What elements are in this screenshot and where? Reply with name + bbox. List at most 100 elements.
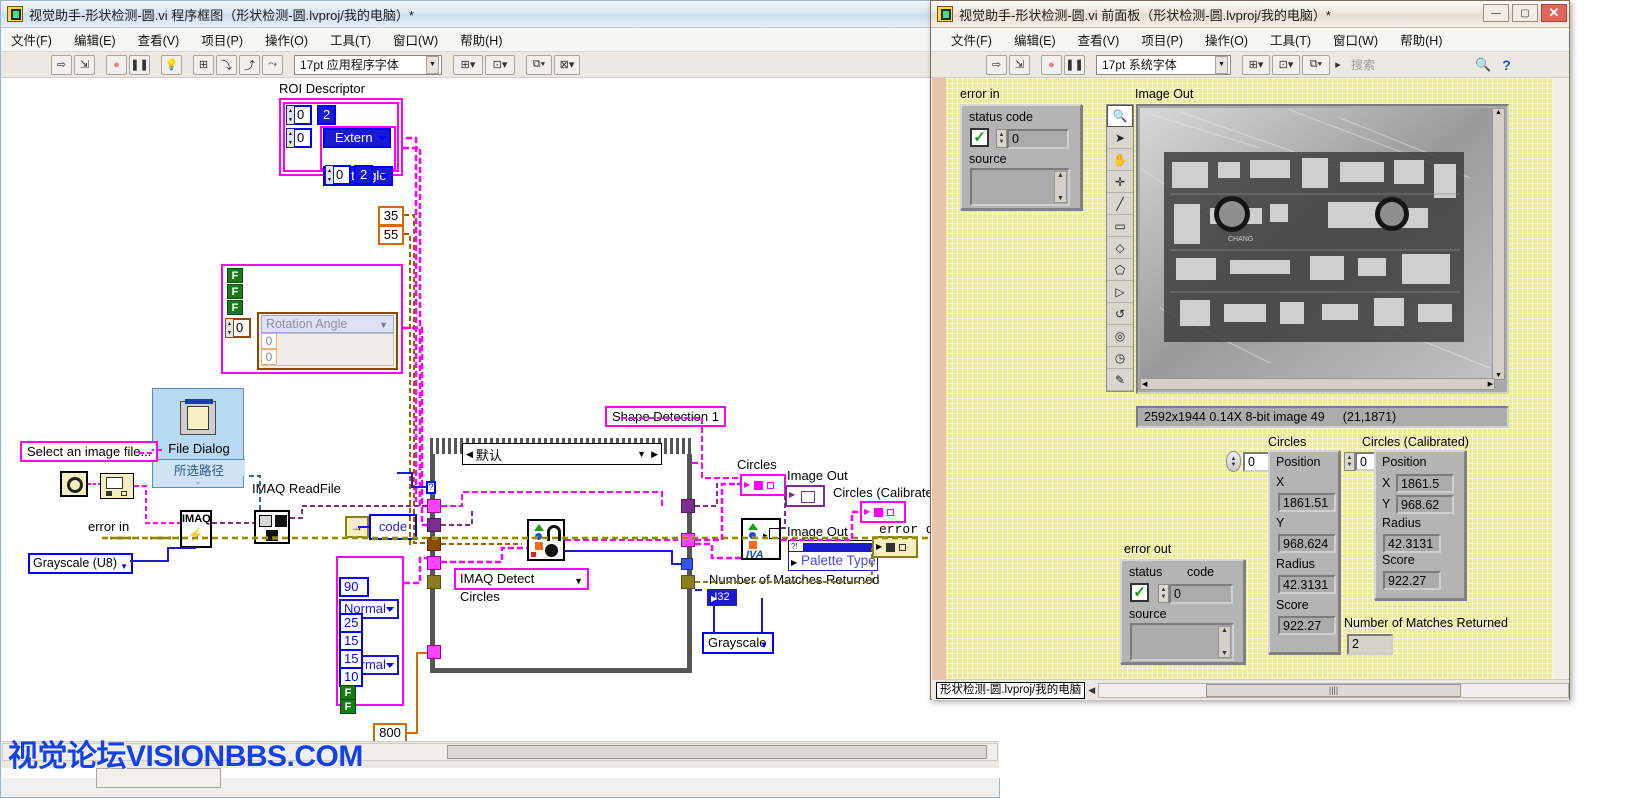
menu-view[interactable]: 查看(V) <box>138 30 180 49</box>
block-diagram-titlebar[interactable]: 视觉助手-形状检测-圆.vi 程序框图（形状检测-圆.lvproj/我的电脑）* <box>1 1 1001 28</box>
shape-detection-indicator[interactable]: Shape Detection 1 <box>605 406 726 427</box>
error-in-source-box[interactable]: ▲▼ <box>970 168 1070 206</box>
roi-contour-type[interactable]: Extern <box>323 128 391 148</box>
reorder-button[interactable]: ⊠▾ <box>554 55 580 75</box>
select-image-file-constant[interactable]: Select an image file... <box>20 441 158 462</box>
error-out-cluster[interactable]: status code ✓ ▲▼ 0 source ▲▼ <box>1120 559 1245 664</box>
fp-menu-window[interactable]: 窗口(W) <box>1333 30 1378 49</box>
circles-score-value[interactable]: 922.27 <box>1278 616 1336 635</box>
const-15-a[interactable]: 15 <box>339 631 363 651</box>
image-display-area[interactable]: CHANG <box>1140 108 1495 380</box>
file-dialog-expand[interactable]: ⌄ <box>152 476 244 488</box>
menu-help[interactable]: 帮助(H) <box>460 30 502 49</box>
maximize-button[interactable]: ▢ <box>1512 4 1538 22</box>
hscroll-thumb-fp[interactable]: |||| <box>1206 684 1461 697</box>
font-selector[interactable]: 17pt 应用程序字体 ▼ <box>294 55 442 75</box>
close-button[interactable]: ✕ <box>1541 4 1567 22</box>
highlight-execution-button[interactable]: 💡 <box>161 55 182 75</box>
image-display-frame[interactable]: CHANG ▲▼ ◀▶ <box>1136 104 1509 394</box>
abort-button[interactable]: ● <box>106 55 127 75</box>
case-next-arrow-icon[interactable]: ▶ <box>648 449 661 460</box>
line-tool-icon[interactable]: ╱ <box>1107 193 1133 215</box>
fp-reorder-button[interactable]: ▸ <box>1332 55 1344 75</box>
const-800[interactable]: 800 <box>373 723 407 743</box>
oval-tool-icon[interactable]: ⬠ <box>1107 259 1133 281</box>
const-35[interactable]: 35 <box>378 206 404 226</box>
distribute-objects-button[interactable]: ⊡▾ <box>485 55 515 75</box>
search-icon[interactable]: 🔍 <box>1473 55 1494 75</box>
fp-menu-help[interactable]: 帮助(H) <box>1400 30 1442 49</box>
const-10[interactable]: 10 <box>339 667 363 687</box>
circles-cal-index-spinner[interactable]: ▲▼ <box>1344 452 1355 471</box>
statusbar-left-arrow-icon[interactable]: ◀ <box>1088 685 1095 696</box>
pause-button[interactable]: ❚❚ <box>129 55 150 75</box>
hscroll-thumb[interactable] <box>447 745 987 759</box>
menu-operate[interactable]: 操作(O) <box>265 30 308 49</box>
image-out-indicator-1[interactable]: ▶ <box>785 485 825 507</box>
error-in-code-spinner[interactable]: ▲▼ <box>996 129 1007 148</box>
fp-distribute-objects-button[interactable]: ⊡▾ <box>1272 55 1300 75</box>
circles-index-spinner[interactable]: ▲▼ <box>1226 451 1241 472</box>
grayscale-u8-constant[interactable]: Grayscale (U8) ▼ <box>28 553 133 574</box>
fp-resize-objects-button[interactable]: ⧉▾ <box>1302 55 1330 75</box>
file-dialog-vi[interactable]: File Dialog 所选路径 <box>152 388 244 476</box>
fp-menu-edit[interactable]: 编辑(E) <box>1014 30 1056 49</box>
error-in-source-scrollbar[interactable]: ▲▼ <box>1054 171 1067 203</box>
image-tools-palette[interactable]: 🔍 ➤ ✋ ✛ ╱ ▭ ◇ ⬠ ▷ ↺ ◎ ◷ ✎ <box>1106 104 1134 392</box>
polygon-tool-icon[interactable]: ▷ <box>1107 281 1133 303</box>
error-in-cluster[interactable]: status code ✓ ▲▼ 0 source ▲▼ <box>960 104 1082 210</box>
case-prev-arrow-icon[interactable]: ◀ <box>463 449 476 460</box>
unbundle-error-node[interactable]: → <box>345 516 369 538</box>
retain-wire-values-button[interactable]: ⊞ <box>193 55 214 75</box>
run-button[interactable]: ⇨ <box>51 55 72 75</box>
block-diagram-canvas[interactable]: ROI Descriptor ▲▼ 0 2 ▲▼ 0 Extern Rectan… <box>2 78 1000 778</box>
minimize-button[interactable]: — <box>1483 4 1509 22</box>
align-objects-button[interactable]: ⊞▾ <box>453 55 483 75</box>
circles-calibrated-cluster[interactable]: Position X 1861.5 Y 968.62 Radius 42.313… <box>1374 450 1466 600</box>
case-selector[interactable]: ◀ 默认 ▼ ▶ <box>462 443 662 465</box>
menu-edit[interactable]: 编辑(E) <box>74 30 116 49</box>
iva-node[interactable]: ▸ IVA <box>741 518 781 560</box>
circles-calibrated-indicator[interactable]: ▶ <box>860 501 906 523</box>
error-out-code-spinner[interactable]: ▲▼ <box>1158 584 1169 603</box>
fp-font-selector[interactable]: 17pt 系统字体 ▼ <box>1096 55 1231 75</box>
front-panel-titlebar[interactable]: 视觉助手-形状检测-圆.vi 前面板（形状检测-圆.lvproj/我的电脑）* <box>931 1 1569 28</box>
help-icon[interactable]: ? <box>1496 55 1517 75</box>
palette-type-label[interactable]: ▶ Palette Type <box>788 551 878 571</box>
rotation-index-spin[interactable]: ▲▼ 0 <box>225 318 251 338</box>
fp-abort-button[interactable]: ● <box>1041 55 1062 75</box>
circles-indicator-terminal[interactable]: ▶ <box>740 474 786 496</box>
broken-line-tool-icon[interactable]: ◷ <box>1107 347 1133 369</box>
front-panel-canvas[interactable]: error in status code ✓ ▲▼ 0 source ▲▼ Im… <box>932 78 1553 679</box>
imaq-readfile-node[interactable] <box>254 510 290 544</box>
roi-coords-spin[interactable]: ▲▼ 0 <box>325 165 351 185</box>
chevron-down-icon-case[interactable]: ▼ <box>635 449 648 459</box>
const-f-b[interactable]: F <box>340 699 356 714</box>
pan-tool-icon[interactable]: ✋ <box>1107 149 1133 171</box>
cursor-tool-icon[interactable]: ➤ <box>1107 127 1133 149</box>
menu-tools[interactable]: 工具(T) <box>330 30 371 49</box>
grayscale-constant[interactable]: Grayscale ▼ <box>702 632 774 654</box>
const-90[interactable]: 90 <box>339 577 369 597</box>
error-out-code-value[interactable]: 0 <box>1169 584 1233 604</box>
freehand-tool-icon[interactable]: ↺ <box>1107 303 1133 325</box>
rotated-rect-tool-icon[interactable]: ◇ <box>1107 237 1133 259</box>
circles-cal-x-value[interactable]: 1861.5 <box>1396 474 1454 493</box>
step-into-button[interactable]: ⤵ <box>216 55 237 75</box>
const-15-b[interactable]: 15 <box>339 649 363 669</box>
step-over-button[interactable]: ⤴ <box>239 55 260 75</box>
build-path-node[interactable] <box>100 473 134 499</box>
fp-menu-operate[interactable]: 操作(O) <box>1205 30 1248 49</box>
imaq-detect-circles-label[interactable]: IMAQ Detect Circles ▼ <box>454 568 589 590</box>
imaq-create-node[interactable]: IMAQ⚡ <box>180 510 212 548</box>
error-out-indicator-bd[interactable]: ▶ <box>872 536 918 558</box>
const-25[interactable]: 25 <box>339 613 363 633</box>
bool-const-f-2[interactable]: F <box>227 284 243 299</box>
circles-cal-y-value[interactable]: 968.62 <box>1396 495 1454 514</box>
fp-pause-button[interactable]: ❚❚ <box>1064 55 1085 75</box>
circles-radius-value[interactable]: 42.3131 <box>1278 575 1336 594</box>
circles-x-value[interactable]: 1861.51 <box>1278 493 1336 512</box>
fp-menu-view[interactable]: 查看(V) <box>1078 30 1120 49</box>
freedraw-tool-icon[interactable]: ✎ <box>1107 369 1133 391</box>
rotation-angle-combo[interactable]: Rotation Angle ▼ <box>261 315 394 333</box>
